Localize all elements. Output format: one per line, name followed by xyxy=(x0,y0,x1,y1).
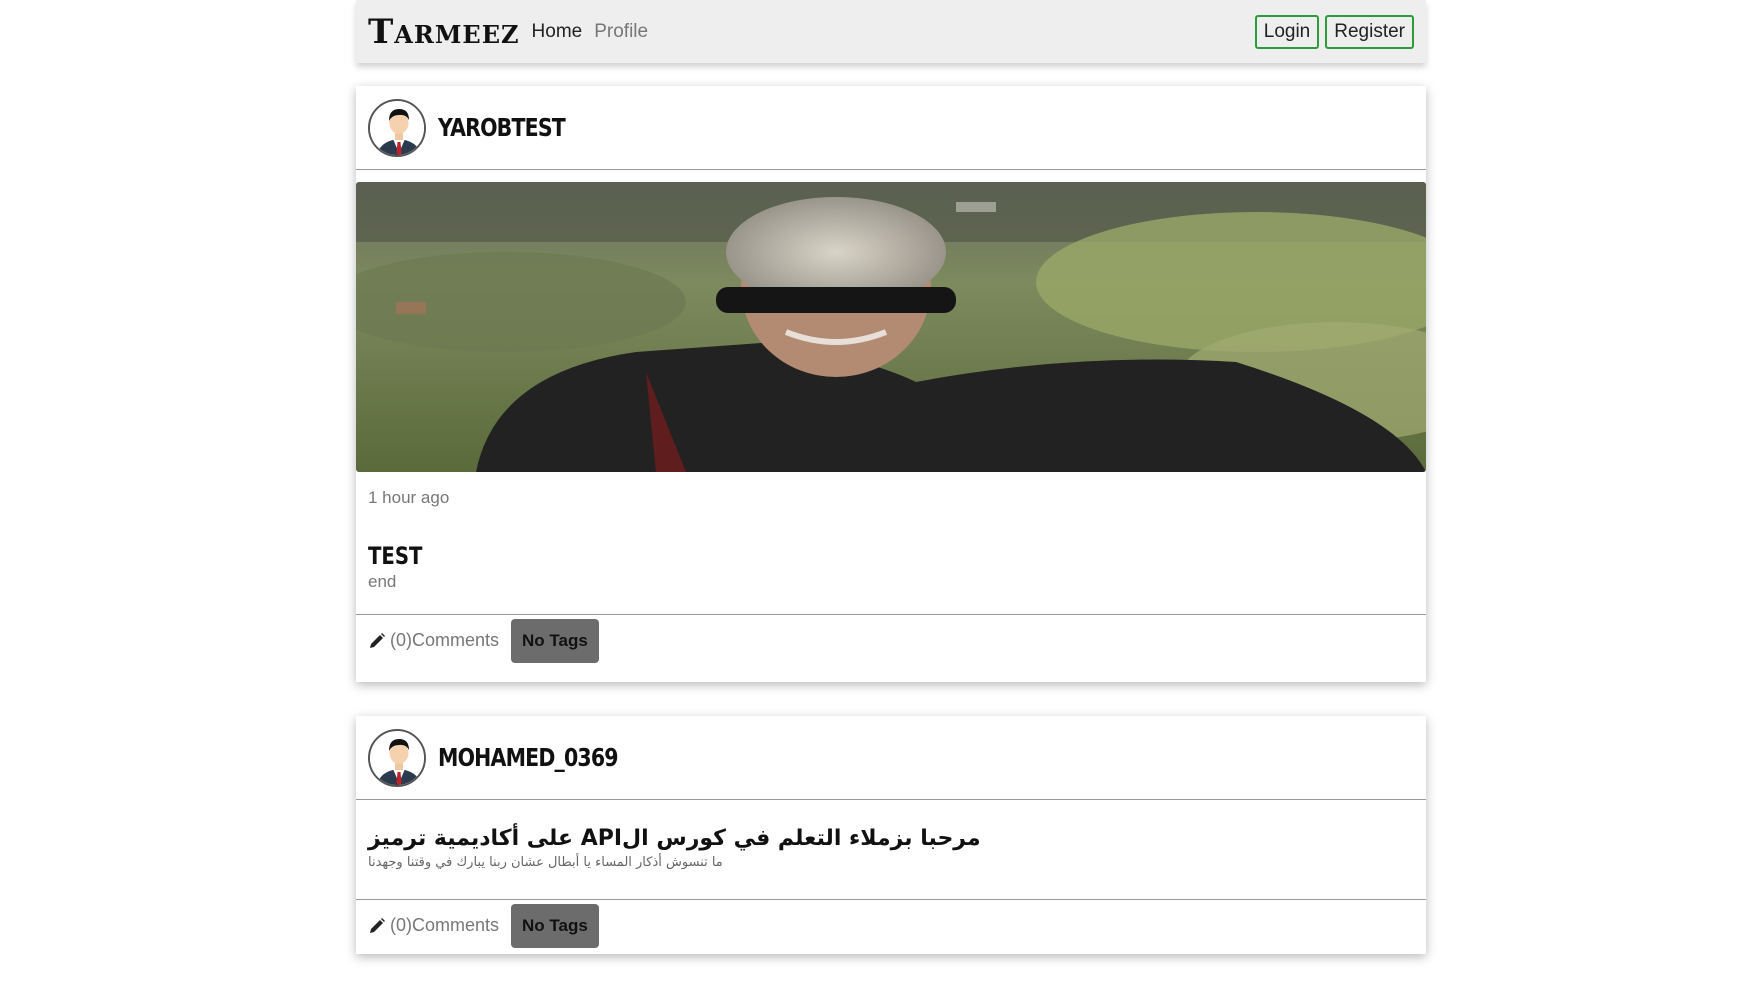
avatar-icon[interactable] xyxy=(368,728,426,787)
register-button[interactable]: Register xyxy=(1325,14,1414,49)
comments-link[interactable]: (0)Comments xyxy=(368,915,499,936)
post-card[interactable]: YAROBTEST 1 hour ago TEST end (0)Comment… xyxy=(356,86,1426,682)
post-time: 1 hour ago xyxy=(368,488,450,507)
tag-badge: No Tags xyxy=(511,903,599,948)
post-username[interactable]: YAROBTEST xyxy=(438,113,566,142)
post-title: TEST xyxy=(368,542,423,570)
post-body: 1 hour ago TEST end xyxy=(356,488,1426,597)
pencil-icon xyxy=(370,632,385,648)
comments-count: (0)Comments xyxy=(390,630,500,650)
post-username[interactable]: MOHAMED_0369 xyxy=(438,743,619,772)
brand-logo[interactable]: Tarmeez xyxy=(368,12,520,52)
comments-link[interactable]: (0)Comments xyxy=(368,630,499,651)
login-button[interactable]: Login xyxy=(1254,14,1320,49)
post-title: مرحبا بزملاء التعلم في كورس الAPI على أك… xyxy=(368,826,981,851)
tag-badge: No Tags xyxy=(511,618,599,663)
nav-link-home[interactable]: Home xyxy=(532,21,583,43)
avatar-icon[interactable] xyxy=(368,98,426,157)
post-image[interactable] xyxy=(356,182,1426,472)
post-header: YAROBTEST xyxy=(356,86,1426,170)
post-text: end xyxy=(368,572,397,591)
nav-link-profile[interactable]: Profile xyxy=(594,21,648,43)
navbar: Tarmeez Home Profile Login Register xyxy=(356,0,1426,63)
post-text: ما تنسوش أذكار المساء يا أبطال عشان ربنا… xyxy=(368,855,723,870)
pencil-icon xyxy=(370,917,385,933)
comments-count: (0)Comments xyxy=(390,915,500,935)
post-footer: (0)Comments No Tags xyxy=(356,614,1426,666)
post-footer: (0)Comments No Tags xyxy=(356,899,1426,951)
post-header: MOHAMED_0369 xyxy=(356,716,1426,800)
post-card[interactable]: MOHAMED_0369 مرحبا بزملاء التعلم في كورس… xyxy=(356,716,1426,954)
post-body: مرحبا بزملاء التعلم في كورس الAPI على أك… xyxy=(356,826,1426,883)
